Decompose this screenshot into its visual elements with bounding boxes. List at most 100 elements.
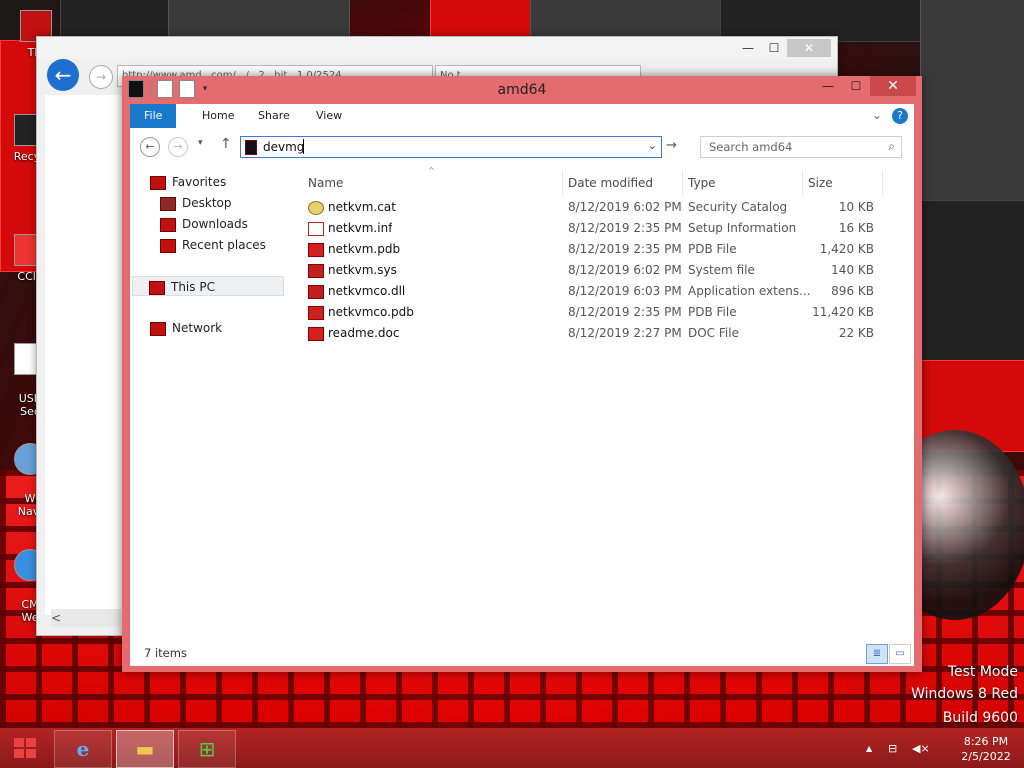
- setup-info-file-icon: [308, 222, 324, 236]
- tree-item-label: Downloads: [182, 217, 248, 231]
- column-header-name[interactable]: Name: [308, 172, 558, 194]
- edition-watermark: Windows 8 Red: [911, 686, 1018, 702]
- explorer-window[interactable]: ▾ amd64 — ☐ ✕ File Home Share View ⌄ ? ←…: [122, 76, 922, 672]
- tree-item-label: Desktop: [182, 196, 232, 210]
- column-divider[interactable]: [682, 170, 683, 194]
- tab-home[interactable]: Home: [188, 104, 248, 128]
- taskbar-app-ie[interactable]: e: [54, 730, 112, 768]
- file-name: netkvmco.pdb: [328, 305, 414, 319]
- tab-file[interactable]: File: [130, 104, 177, 128]
- column-divider[interactable]: [562, 170, 563, 194]
- file-size: 16 KB: [838, 221, 874, 235]
- column-divider[interactable]: [802, 170, 803, 194]
- show-hidden-icons-button[interactable]: ▲: [866, 744, 872, 753]
- file-row[interactable]: netkvm.pdb 8/12/2019 2:35 PM PDB File 1,…: [302, 239, 914, 260]
- column-header-date[interactable]: Date modified: [568, 172, 678, 194]
- clock-time: 8:26 PM: [963, 735, 1009, 748]
- file-date: 8/12/2019 6:03 PM: [568, 284, 682, 298]
- file-type: Application extens...: [688, 284, 811, 298]
- network-icon[interactable]: ⊟: [888, 742, 897, 755]
- minimize-button[interactable]: —: [814, 76, 842, 96]
- tree-item-recent-places[interactable]: Recent places: [160, 235, 266, 255]
- star-icon: [150, 175, 166, 190]
- forward-button[interactable]: →: [168, 137, 188, 157]
- browser-scroll-left-button[interactable]: <: [51, 609, 121, 627]
- address-input[interactable]: devmg: [263, 140, 304, 154]
- build-watermark: Build 9600: [942, 710, 1018, 726]
- file-size: 22 KB: [838, 326, 874, 340]
- tab-share[interactable]: Share: [244, 104, 304, 128]
- tree-item-desktop[interactable]: Desktop: [160, 193, 232, 213]
- pdb-file-icon: [308, 243, 324, 257]
- column-header-size[interactable]: Size: [808, 172, 878, 194]
- file-type: System file: [688, 263, 755, 277]
- expand-ribbon-button[interactable]: ⌄: [872, 108, 882, 124]
- browser-maximize-button[interactable]: ☐: [761, 39, 787, 57]
- test-mode-watermark: Test Mode: [947, 664, 1018, 680]
- file-name: netkvm.pdb: [328, 242, 401, 256]
- tree-item-favorites[interactable]: Favorites: [150, 172, 226, 192]
- downloads-icon: [160, 217, 176, 232]
- tree-item-downloads[interactable]: Downloads: [160, 214, 248, 234]
- pdb-file-icon: [308, 306, 324, 320]
- up-button[interactable]: ↑: [220, 136, 232, 152]
- browser-close-button[interactable]: ✕: [787, 39, 831, 57]
- file-row[interactable]: netkvmco.dll 8/12/2019 6:03 PM Applicati…: [302, 281, 914, 302]
- column-divider[interactable]: [882, 170, 883, 194]
- start-button[interactable]: [6, 730, 44, 766]
- tree-item-this-pc[interactable]: This PC: [132, 276, 284, 296]
- file-type: Setup Information: [688, 221, 797, 235]
- taskbar-app-store[interactable]: ⊞: [178, 730, 236, 768]
- file-size: 10 KB: [838, 200, 874, 214]
- navigation-bar: ← → ▾ ↑ devmg ⌄ → Search amd64 ⌕: [130, 128, 914, 167]
- file-row[interactable]: netkvm.sys 8/12/2019 6:02 PM System file…: [302, 260, 914, 281]
- address-dropdown-button[interactable]: ⌄: [648, 139, 657, 152]
- file-name: netkvm.cat: [328, 200, 396, 214]
- file-row[interactable]: netkvm.inf 8/12/2019 2:35 PM Setup Infor…: [302, 218, 914, 239]
- browser-titlebar[interactable]: — ☐ ✕: [37, 37, 837, 59]
- tree-item-network[interactable]: Network: [150, 318, 222, 338]
- text-cursor: [303, 139, 304, 154]
- explorer-titlebar[interactable]: ▾ amd64 — ☐ ✕: [122, 76, 922, 104]
- search-box[interactable]: Search amd64 ⌕: [700, 136, 902, 158]
- file-size: 1,420 KB: [819, 242, 874, 256]
- ie-icon: e: [76, 737, 90, 761]
- maximize-button[interactable]: ☐: [842, 76, 870, 96]
- file-explorer-icon: ▬: [135, 737, 155, 761]
- close-button[interactable]: ✕: [870, 76, 916, 96]
- file-date: 8/12/2019 6:02 PM: [568, 200, 682, 214]
- store-icon: ⊞: [198, 737, 216, 761]
- file-row[interactable]: readme.doc 8/12/2019 2:27 PM DOC File 22…: [302, 323, 914, 344]
- address-bar[interactable]: devmg ⌄: [240, 136, 662, 158]
- help-icon[interactable]: ?: [892, 108, 908, 124]
- taskbar: e ▬ ⊞ ▲ ⊟ ◀× 8:26 PM 2/5/2022: [0, 728, 1024, 768]
- recent-locations-dropdown[interactable]: ▾: [198, 138, 203, 148]
- file-date: 8/12/2019 6:02 PM: [568, 263, 682, 277]
- column-header-type[interactable]: Type: [688, 172, 798, 194]
- details-view-button[interactable]: ≣: [866, 644, 888, 664]
- file-row[interactable]: netkvm.cat 8/12/2019 6:02 PM Security Ca…: [302, 197, 914, 218]
- go-button[interactable]: →: [666, 138, 677, 153]
- clock[interactable]: 8:26 PM 2/5/2022: [956, 734, 1016, 764]
- large-icons-view-button[interactable]: ▭: [889, 644, 911, 664]
- search-icon[interactable]: ⌕: [888, 139, 895, 154]
- ribbon: File Home Share View ⌄ ?: [130, 104, 914, 128]
- item-count: 7 items: [144, 646, 187, 660]
- file-date: 8/12/2019 2:35 PM: [568, 305, 682, 319]
- tab-view[interactable]: View: [302, 104, 356, 128]
- file-row[interactable]: netkvmco.pdb 8/12/2019 2:35 PM PDB File …: [302, 302, 914, 323]
- search-input[interactable]: Search amd64: [709, 140, 792, 154]
- file-type: PDB File: [688, 242, 737, 256]
- clock-date: 2/5/2022: [961, 750, 1011, 763]
- navigation-pane: Favorites Desktop Downloads Recent place…: [130, 166, 294, 640]
- file-list: ^ Name Date modified Type Size netkvm.ca…: [302, 166, 914, 640]
- browser-minimize-button[interactable]: —: [735, 39, 761, 57]
- taskbar-app-file-explorer[interactable]: ▬: [116, 730, 174, 768]
- browser-back-button[interactable]: ←: [47, 59, 79, 91]
- back-button[interactable]: ←: [140, 137, 160, 157]
- browser-forward-button[interactable]: →: [89, 65, 113, 89]
- desktop-icon: [160, 196, 176, 211]
- volume-muted-icon[interactable]: ◀×: [912, 742, 930, 755]
- doc-file-icon: [308, 327, 324, 341]
- recent-places-icon: [160, 238, 176, 253]
